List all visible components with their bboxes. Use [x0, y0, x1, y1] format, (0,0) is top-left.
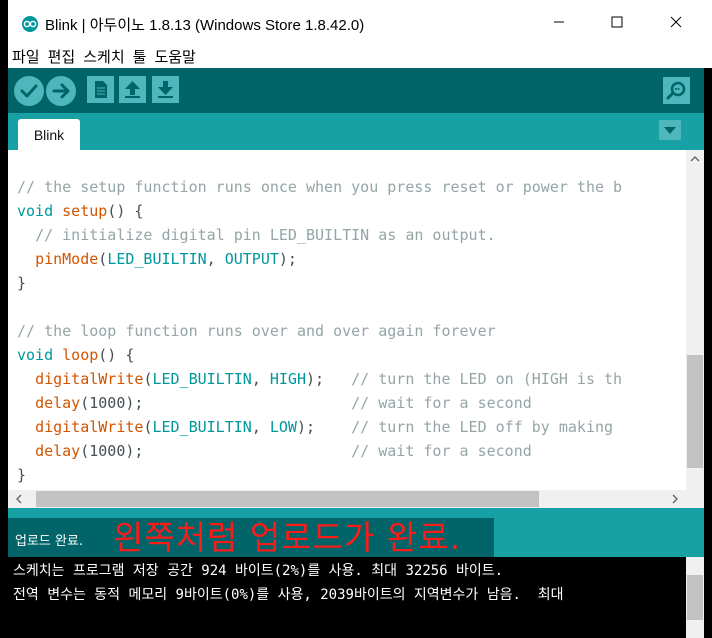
scroll-thumb[interactable]	[36, 491, 539, 507]
tab-blink[interactable]: Blink	[18, 119, 80, 150]
new-button[interactable]	[87, 76, 114, 103]
code-line[interactable]: void loop() {	[17, 343, 622, 367]
close-icon	[670, 16, 682, 28]
menu-help[interactable]: 도움말	[154, 46, 195, 67]
overlay-annotation: 왼쪽처럼 업로드가 완료.	[113, 518, 462, 557]
save-button[interactable]	[152, 76, 179, 103]
tab-bar: Blink	[8, 113, 704, 150]
code-line[interactable]: pinMode(LED_BUILTIN, OUTPUT);	[17, 247, 622, 271]
code-line[interactable]: // the loop function runs over and over …	[17, 319, 622, 343]
code-line[interactable]: // the setup function runs once when you…	[17, 175, 622, 199]
code-line[interactable]: digitalWrite(LED_BUILTIN, LOW); // turn …	[17, 415, 622, 439]
scroll-left-button[interactable]	[10, 490, 28, 508]
serial-monitor-button[interactable]	[663, 77, 690, 104]
arrow-right-icon	[52, 83, 70, 99]
window-title: Blink | 아두이노 1.8.13 (Windows Store 1.8.4…	[45, 17, 365, 34]
code-text[interactable]: // the setup function runs once when you…	[17, 175, 622, 487]
document-icon	[95, 81, 107, 98]
scroll-thumb[interactable]	[687, 355, 703, 468]
console-line: 스케치는 프로그램 저장 공간 924 바이트(2%)를 사용. 최대 3225…	[13, 563, 504, 579]
tab-menu-button[interactable]	[659, 120, 681, 140]
code-line[interactable]: delay(1000); // wait for a second	[17, 391, 622, 415]
chevron-right-icon	[672, 494, 678, 504]
code-line[interactable]: }	[17, 463, 622, 487]
chevron-left-icon	[16, 494, 22, 504]
code-line[interactable]: }	[17, 271, 622, 295]
chevron-up-icon	[690, 156, 700, 162]
magnifier-icon	[666, 81, 686, 100]
title-bar: Blink | 아두이노 1.8.13 (Windows Store 1.8.4…	[8, 0, 712, 44]
editor-horizontal-scrollbar[interactable]	[8, 490, 704, 508]
open-button[interactable]	[119, 76, 146, 103]
console-line: 전역 변수는 동적 메모리 9바이트(0%)를 사용, 2039바이트의 지역변…	[13, 587, 564, 603]
triangle-down-icon	[664, 127, 676, 134]
status-bar: 업로드 완료. 왼쪽처럼 업로드가 완료.	[8, 508, 704, 557]
code-line[interactable]: void setup() {	[17, 199, 622, 223]
menu-tools[interactable]: 툴	[133, 46, 147, 67]
menu-edit[interactable]: 편집	[48, 46, 76, 67]
close-button[interactable]	[653, 0, 699, 44]
arduino-logo-icon	[22, 16, 38, 32]
menu-file[interactable]: 파일	[12, 46, 40, 67]
scroll-right-button[interactable]	[666, 490, 684, 508]
menu-bar: 파일 편집 스케치 툴 도움말	[8, 44, 712, 68]
maximize-icon	[611, 16, 623, 28]
arrow-down-icon	[158, 81, 173, 98]
menu-sketch[interactable]: 스케치	[83, 46, 124, 67]
status-message: 업로드 완료.	[15, 534, 84, 549]
scroll-up-button[interactable]	[686, 150, 704, 168]
toolbar	[8, 68, 704, 113]
code-line[interactable]: delay(1000); // wait for a second	[17, 439, 622, 463]
minimize-button[interactable]	[536, 0, 582, 44]
upload-button[interactable]	[46, 76, 76, 106]
code-line[interactable]: // initialize digital pin LED_BUILTIN as…	[17, 223, 622, 247]
maximize-button[interactable]	[594, 0, 640, 44]
editor-vertical-scrollbar[interactable]	[686, 150, 704, 490]
console-vertical-scrollbar[interactable]	[686, 557, 704, 638]
arrow-up-icon	[125, 81, 140, 98]
minimize-icon	[554, 21, 564, 23]
scroll-thumb[interactable]	[687, 575, 703, 620]
code-editor[interactable]: // the setup function runs once when you…	[8, 150, 686, 490]
verify-button[interactable]	[14, 76, 44, 106]
code-line[interactable]: digitalWrite(LED_BUILTIN, HIGH); // turn…	[17, 367, 622, 391]
arduino-ide-window: Blink | 아두이노 1.8.13 (Windows Store 1.8.4…	[0, 0, 712, 638]
console-output: 스케치는 프로그램 저장 공간 924 바이트(2%)를 사용. 최대 3225…	[8, 557, 686, 638]
check-icon	[20, 84, 38, 98]
code-line[interactable]	[17, 295, 622, 319]
